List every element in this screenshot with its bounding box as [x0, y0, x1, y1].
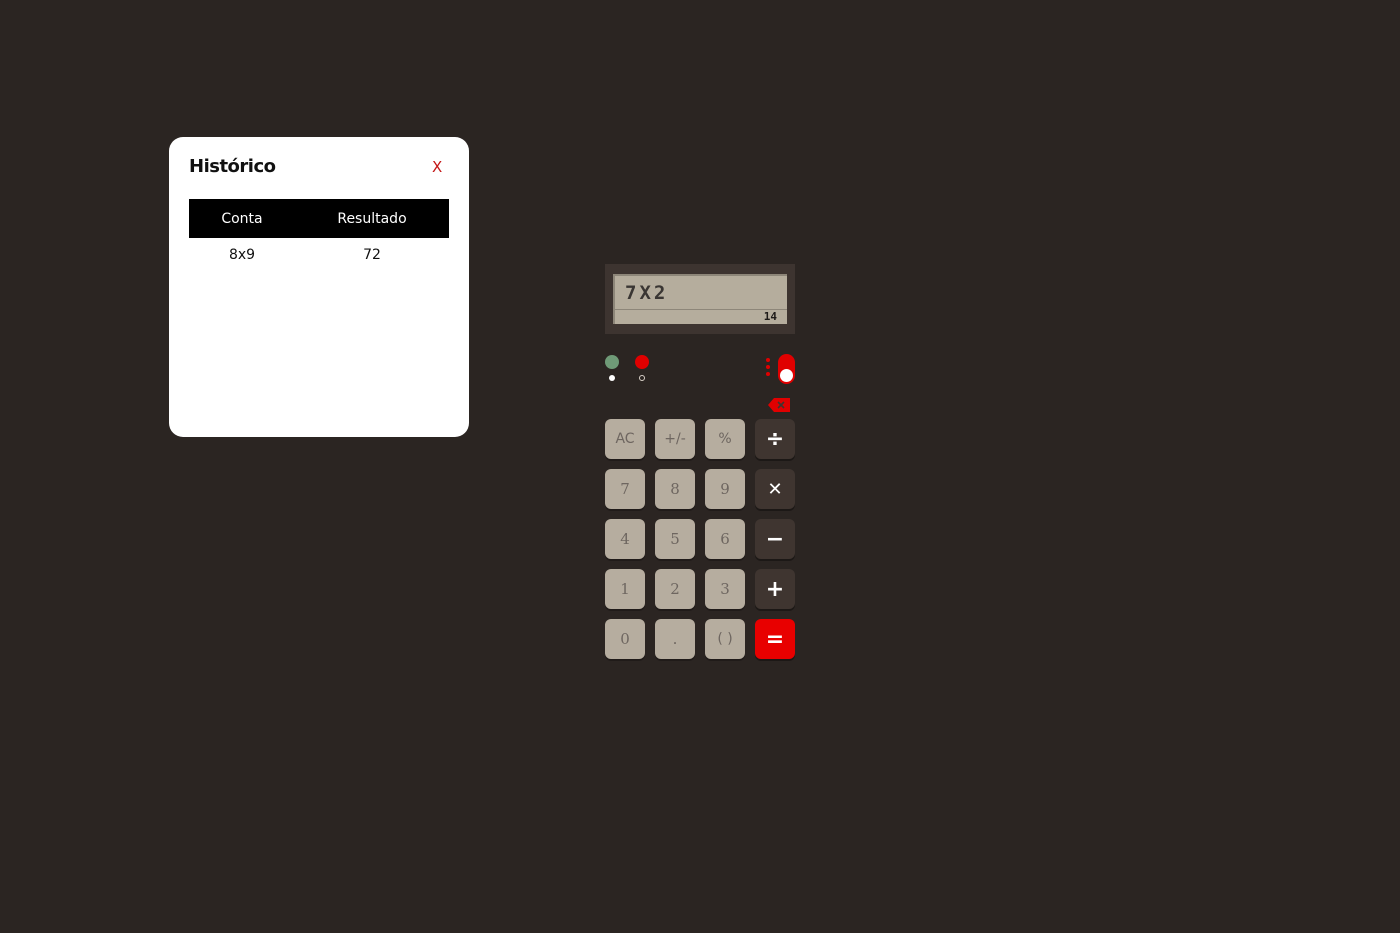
history-panel: Histórico X Conta Resultado 8x9 72 [169, 137, 469, 437]
backspace-icon[interactable] [768, 398, 790, 412]
theme-red-indicator [639, 375, 645, 381]
key-3[interactable]: 3 [705, 569, 745, 609]
equals-button[interactable]: = [755, 619, 795, 659]
minus-button[interactable]: − [755, 519, 795, 559]
toggle-knob [780, 369, 793, 382]
calculator: 7X2 14 AC +/- % ÷ 7 8 9 ✕ 4 5 6 − 1 2 3 … [605, 264, 795, 659]
display-frame: 7X2 14 [605, 264, 795, 334]
multiply-button[interactable]: ✕ [755, 469, 795, 509]
decimal-button[interactable]: . [655, 619, 695, 659]
mode-toggle[interactable] [778, 354, 795, 384]
calculator-controls [605, 352, 795, 402]
display-result: 14 [763, 310, 777, 323]
history-cell-conta: 8x9 [228, 247, 256, 263]
display-divider [615, 309, 787, 310]
key-0[interactable]: 0 [605, 619, 645, 659]
table-row[interactable]: 8x9 72 [189, 238, 449, 272]
history-cell-resultado: 72 [363, 247, 381, 263]
key-4[interactable]: 4 [605, 519, 645, 559]
theme-green-indicator [609, 375, 615, 381]
display-screen: 7X2 14 [613, 274, 787, 324]
key-1[interactable]: 1 [605, 569, 645, 609]
key-8[interactable]: 8 [655, 469, 695, 509]
display-expression: 7X2 [625, 282, 669, 304]
history-table: Conta Resultado 8x9 72 [189, 199, 449, 272]
theme-red-button[interactable] [635, 355, 649, 369]
sign-button[interactable]: +/- [655, 419, 695, 459]
column-header-resultado: Resultado [295, 199, 449, 238]
parentheses-button[interactable]: ( ) [705, 619, 745, 659]
history-header-row: Conta Resultado [189, 199, 449, 238]
divide-button[interactable]: ÷ [755, 419, 795, 459]
percent-button[interactable]: % [705, 419, 745, 459]
key-6[interactable]: 6 [705, 519, 745, 559]
ac-button[interactable]: AC [605, 419, 645, 459]
history-close-button[interactable]: X [432, 158, 442, 176]
theme-green-button[interactable] [605, 355, 619, 369]
key-2[interactable]: 2 [655, 569, 695, 609]
key-7[interactable]: 7 [605, 469, 645, 509]
key-9[interactable]: 9 [705, 469, 745, 509]
plus-button[interactable]: + [755, 569, 795, 609]
history-title: Histórico [189, 156, 276, 177]
column-header-conta: Conta [189, 199, 295, 238]
key-5[interactable]: 5 [655, 519, 695, 559]
